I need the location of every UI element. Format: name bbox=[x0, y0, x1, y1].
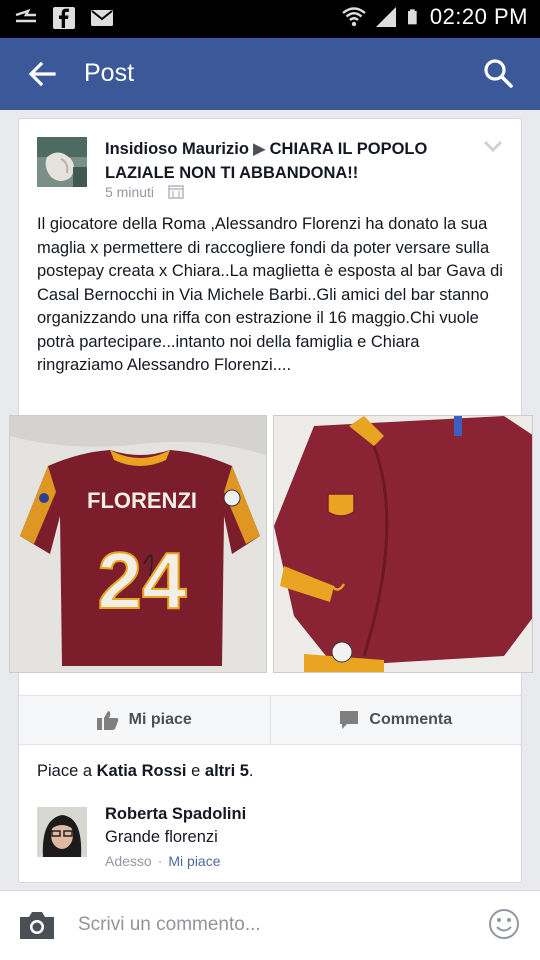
wifi-icon bbox=[342, 7, 366, 27]
action-bar: Mi piace Commenta bbox=[19, 695, 521, 745]
battery-icon bbox=[407, 9, 417, 25]
post-time[interactable]: 5 minuti bbox=[105, 184, 154, 200]
post-text: Il giocatore della Roma ,Alessandro Flor… bbox=[37, 215, 503, 374]
signal-icon bbox=[375, 7, 396, 27]
emoji-icon[interactable] bbox=[488, 908, 520, 940]
app-bar: Post bbox=[0, 38, 540, 110]
post-header: Insidioso Maurizio ▶ CHIARA IL POPOLO LAZI… bbox=[105, 137, 485, 185]
author-name[interactable]: Insidioso Maurizio bbox=[105, 140, 249, 158]
meta-separator: · bbox=[157, 853, 163, 869]
commenter-name[interactable]: Roberta Spadolini bbox=[105, 805, 246, 824]
facebook-icon bbox=[53, 7, 75, 29]
camera-icon[interactable] bbox=[18, 909, 56, 941]
status-bar: 02:20 PM bbox=[0, 0, 540, 38]
photo-jersey-front[interactable] bbox=[273, 415, 533, 673]
jersey-name: FLORENZI bbox=[87, 488, 197, 513]
jersey-number: 24 bbox=[98, 536, 187, 625]
photo-gallery: FLORENZI 24 bbox=[9, 415, 533, 675]
page-title: Post bbox=[84, 59, 135, 87]
back-arrow-icon[interactable] bbox=[26, 58, 58, 90]
chevron-down-icon[interactable] bbox=[483, 139, 503, 153]
like-button[interactable]: Mi piace bbox=[19, 696, 270, 744]
likes-suffix: . bbox=[248, 762, 254, 780]
likes-mid: e bbox=[191, 762, 201, 780]
comment-time: Adesso bbox=[105, 853, 152, 869]
post-meta: 5 minuti bbox=[105, 184, 184, 200]
comment-label: Commenta bbox=[369, 711, 453, 728]
status-time: 02:20 PM bbox=[429, 4, 528, 29]
like-label: Mi piace bbox=[128, 711, 192, 728]
likes-summary[interactable]: Piace a Katia Rossi e altri 5. bbox=[37, 762, 254, 781]
post-card: Insidioso Maurizio ▶ CHIARA IL POPOLO LAZI… bbox=[9, 118, 533, 883]
notification-icon bbox=[15, 8, 36, 23]
liker-name[interactable]: Katia Rossi bbox=[97, 762, 187, 780]
comment-button[interactable]: Commenta bbox=[269, 696, 522, 744]
likes-prefix: Piace a bbox=[37, 762, 93, 780]
comment-input[interactable] bbox=[78, 909, 458, 941]
comment-bubble-icon bbox=[340, 711, 359, 729]
mail-icon bbox=[91, 10, 113, 26]
commenter-avatar[interactable] bbox=[37, 807, 87, 857]
comment-meta: Adesso · Mi piace bbox=[105, 853, 221, 869]
comment-text: Grande florenzi bbox=[105, 828, 218, 846]
comment-composer bbox=[0, 890, 540, 960]
thumbs-up-icon bbox=[96, 711, 119, 730]
audience-icon bbox=[168, 185, 184, 199]
photo-jersey-back[interactable]: FLORENZI 24 bbox=[9, 415, 267, 673]
comment-item: Roberta Spadolini Grande florenzi Adesso… bbox=[37, 805, 507, 869]
author-avatar[interactable] bbox=[37, 137, 87, 187]
comment-like-link[interactable]: Mi piace bbox=[168, 853, 220, 869]
search-icon[interactable] bbox=[482, 57, 514, 89]
likes-others[interactable]: altri 5 bbox=[205, 762, 249, 780]
share-arrow-icon: ▶ bbox=[252, 140, 266, 158]
